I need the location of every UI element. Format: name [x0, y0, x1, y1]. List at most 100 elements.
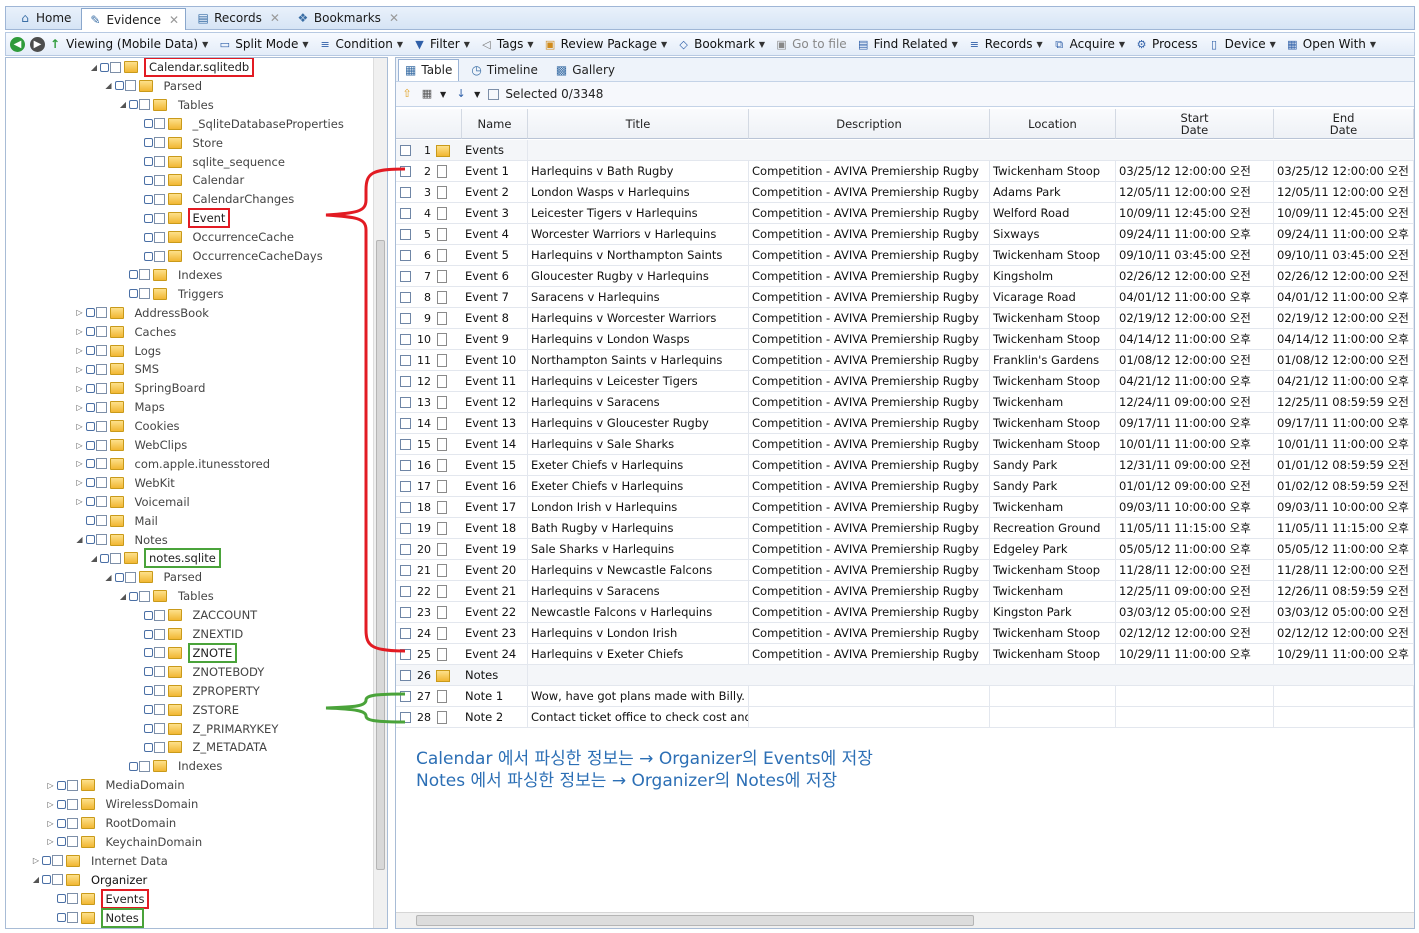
collapse-icon[interactable]: ◢ — [75, 535, 85, 544]
table-row[interactable]: 6 Event 5 Harlequins v Northampton Saints C… — [396, 245, 1414, 266]
horizontal-scrollbar[interactable] — [396, 912, 1414, 928]
table-row[interactable]: 2 Event 1 Harlequins v Bath Rugby Competiti… — [396, 161, 1414, 182]
tree-scrollbar[interactable] — [373, 58, 387, 928]
expand-icon[interactable]: ▷ — [75, 327, 85, 336]
row-checkbox[interactable] — [400, 355, 411, 366]
blue-check-icon[interactable] — [100, 553, 109, 563]
tree-node[interactable]: ◢ Calendar.sqlitedb — [89, 58, 255, 77]
chevron-down-icon[interactable]: ▼ — [1119, 40, 1125, 49]
blue-check-icon[interactable] — [56, 894, 66, 904]
blue-check-icon[interactable] — [85, 383, 95, 393]
blue-check-icon[interactable] — [42, 856, 51, 866]
blue-check-icon[interactable] — [143, 667, 153, 677]
expand-icon[interactable]: ▷ — [75, 346, 85, 355]
tree-checkbox[interactable] — [95, 439, 107, 451]
expand-icon[interactable]: ▷ — [75, 478, 85, 487]
blue-check-icon[interactable] — [143, 648, 153, 658]
tree-checkbox[interactable] — [95, 477, 107, 489]
tree-checkbox[interactable] — [95, 515, 107, 527]
table-row[interactable]: 20 Event 19 Sale Sharks v Harlequins Compet… — [396, 539, 1414, 560]
column-header[interactable]: End Date — [1274, 109, 1414, 139]
tree-node[interactable]: _SqliteDatabaseProperties — [133, 115, 346, 133]
table-row[interactable]: 25 Event 24 Harlequins v Exeter Chiefs Comp… — [396, 644, 1414, 665]
tree-checkbox[interactable] — [95, 496, 107, 508]
tree-node[interactable]: ▷ KeychainDomain — [46, 833, 205, 851]
blue-check-icon[interactable] — [143, 251, 153, 261]
toolbar-split-mode[interactable]: ▭ Split Mode ▼ — [217, 37, 309, 52]
tree-checkbox[interactable] — [95, 382, 107, 394]
tree-checkbox[interactable] — [95, 307, 107, 319]
row-checkbox[interactable] — [400, 292, 411, 303]
table-row[interactable]: 7 Event 6 Gloucester Rugby v Harlequins Com… — [396, 266, 1414, 287]
row-checkbox[interactable] — [400, 250, 411, 261]
table-row[interactable]: 9 Event 8 Harlequins v Worcester Warriors C… — [396, 308, 1414, 329]
tree-node[interactable]: ▷ SMS — [75, 360, 162, 378]
tree-checkbox[interactable] — [139, 760, 150, 772]
table-row[interactable]: 17 Event 16 Exeter Chiefs v Harlequins Comp… — [396, 476, 1414, 497]
toolbar-review-package[interactable]: ▣ Review Package ▼ — [543, 37, 667, 52]
expand-icon[interactable]: ▷ — [46, 819, 56, 828]
tree-node[interactable]: Z_PRIMARYKEY — [133, 720, 281, 738]
chevron-down-icon[interactable]: ▼ — [661, 40, 667, 49]
expand-icon[interactable]: ▷ — [75, 384, 85, 393]
row-checkbox[interactable] — [400, 691, 411, 702]
table-row[interactable]: 24 Event 23 Harlequins v London Irish Compe… — [396, 623, 1414, 644]
tree-node[interactable]: ◢ Parsed — [104, 77, 205, 95]
tree-node[interactable]: ▷ Internet Data — [31, 852, 170, 870]
blue-check-icon[interactable] — [85, 440, 95, 450]
tree-checkbox[interactable] — [52, 874, 63, 886]
tree-checkbox[interactable] — [95, 326, 107, 338]
row-checkbox[interactable] — [400, 376, 411, 387]
blue-check-icon[interactable] — [114, 81, 124, 91]
row-checkbox[interactable] — [400, 649, 411, 660]
tree-checkbox[interactable] — [66, 779, 78, 791]
tree-node[interactable]: ZNOTEBODY — [133, 663, 267, 681]
chevron-down-icon[interactable]: ▼ — [952, 40, 958, 49]
tree-node[interactable]: ▷ com.apple.itunesstored — [75, 455, 273, 473]
table-row[interactable]: 14 Event 13 Harlequins v Gloucester Rugby C… — [396, 413, 1414, 434]
tree-checkbox[interactable] — [66, 893, 78, 905]
chevron-down-icon[interactable]: ▼ — [397, 40, 403, 49]
blue-check-icon[interactable] — [143, 742, 153, 752]
tree-checkbox[interactable] — [110, 61, 121, 73]
chevron-down-icon[interactable]: ▼ — [202, 40, 208, 49]
blue-check-icon[interactable] — [85, 516, 95, 526]
tree-checkbox[interactable] — [95, 420, 107, 432]
tree-node[interactable]: ▷ Voicemail — [75, 493, 192, 511]
tree-checkbox[interactable] — [153, 628, 165, 640]
blue-check-icon[interactable] — [143, 213, 153, 223]
tree-checkbox[interactable] — [139, 590, 150, 602]
chevron-down-icon[interactable]: ▼ — [464, 40, 470, 49]
table-row[interactable]: 11 Event 10 Northampton Saints v Harlequin… — [396, 350, 1414, 371]
tree-node[interactable]: ▷ WebClips — [75, 436, 190, 454]
tree-checkbox[interactable] — [139, 99, 150, 111]
table-row[interactable]: 4 Event 3 Leicester Tigers v Harlequins Com… — [396, 203, 1414, 224]
table-row[interactable]: 28 Note 2 Contact ticket office to check c… — [396, 707, 1414, 728]
expand-icon[interactable]: ▷ — [75, 441, 85, 450]
back-icon[interactable]: ◀ — [10, 36, 25, 52]
sync-icon[interactable]: ⇧ — [400, 87, 414, 101]
tree-node[interactable]: Indexes — [118, 266, 224, 284]
column-header[interactable]: Description — [749, 109, 990, 139]
row-checkbox[interactable] — [400, 502, 411, 513]
tree-node[interactable]: Calendar — [133, 171, 247, 189]
table-row[interactable]: 13 Event 12 Harlequins v Saracens Competiti… — [396, 392, 1414, 413]
tree-checkbox[interactable] — [153, 250, 165, 262]
tree-checkbox[interactable] — [124, 571, 136, 583]
blue-check-icon[interactable] — [129, 100, 138, 110]
row-checkbox[interactable] — [400, 271, 411, 282]
table-row[interactable]: 26 Notes — [396, 665, 1414, 686]
column-header[interactable]: Name — [462, 109, 528, 139]
table-row[interactable]: 22 Event 21 Harlequins v Saracens Competiti… — [396, 581, 1414, 602]
toolbar-open-with[interactable]: ▦ Open With ▼ — [1285, 37, 1376, 52]
tree-checkbox[interactable] — [153, 685, 165, 697]
blue-check-icon[interactable] — [143, 119, 153, 129]
tab-records[interactable]: ▤ Records ✕ — [190, 8, 286, 28]
columns-icon[interactable]: ▦ — [420, 87, 434, 101]
blue-check-icon[interactable] — [85, 421, 95, 431]
blue-check-icon[interactable] — [85, 346, 95, 355]
columns-dropdown-icon[interactable]: ▼ — [440, 90, 446, 99]
tree-node[interactable]: ZACCOUNT — [133, 606, 260, 624]
blue-check-icon[interactable] — [85, 308, 95, 318]
view-tab-gallery[interactable]: ▩ Gallery — [550, 59, 621, 81]
